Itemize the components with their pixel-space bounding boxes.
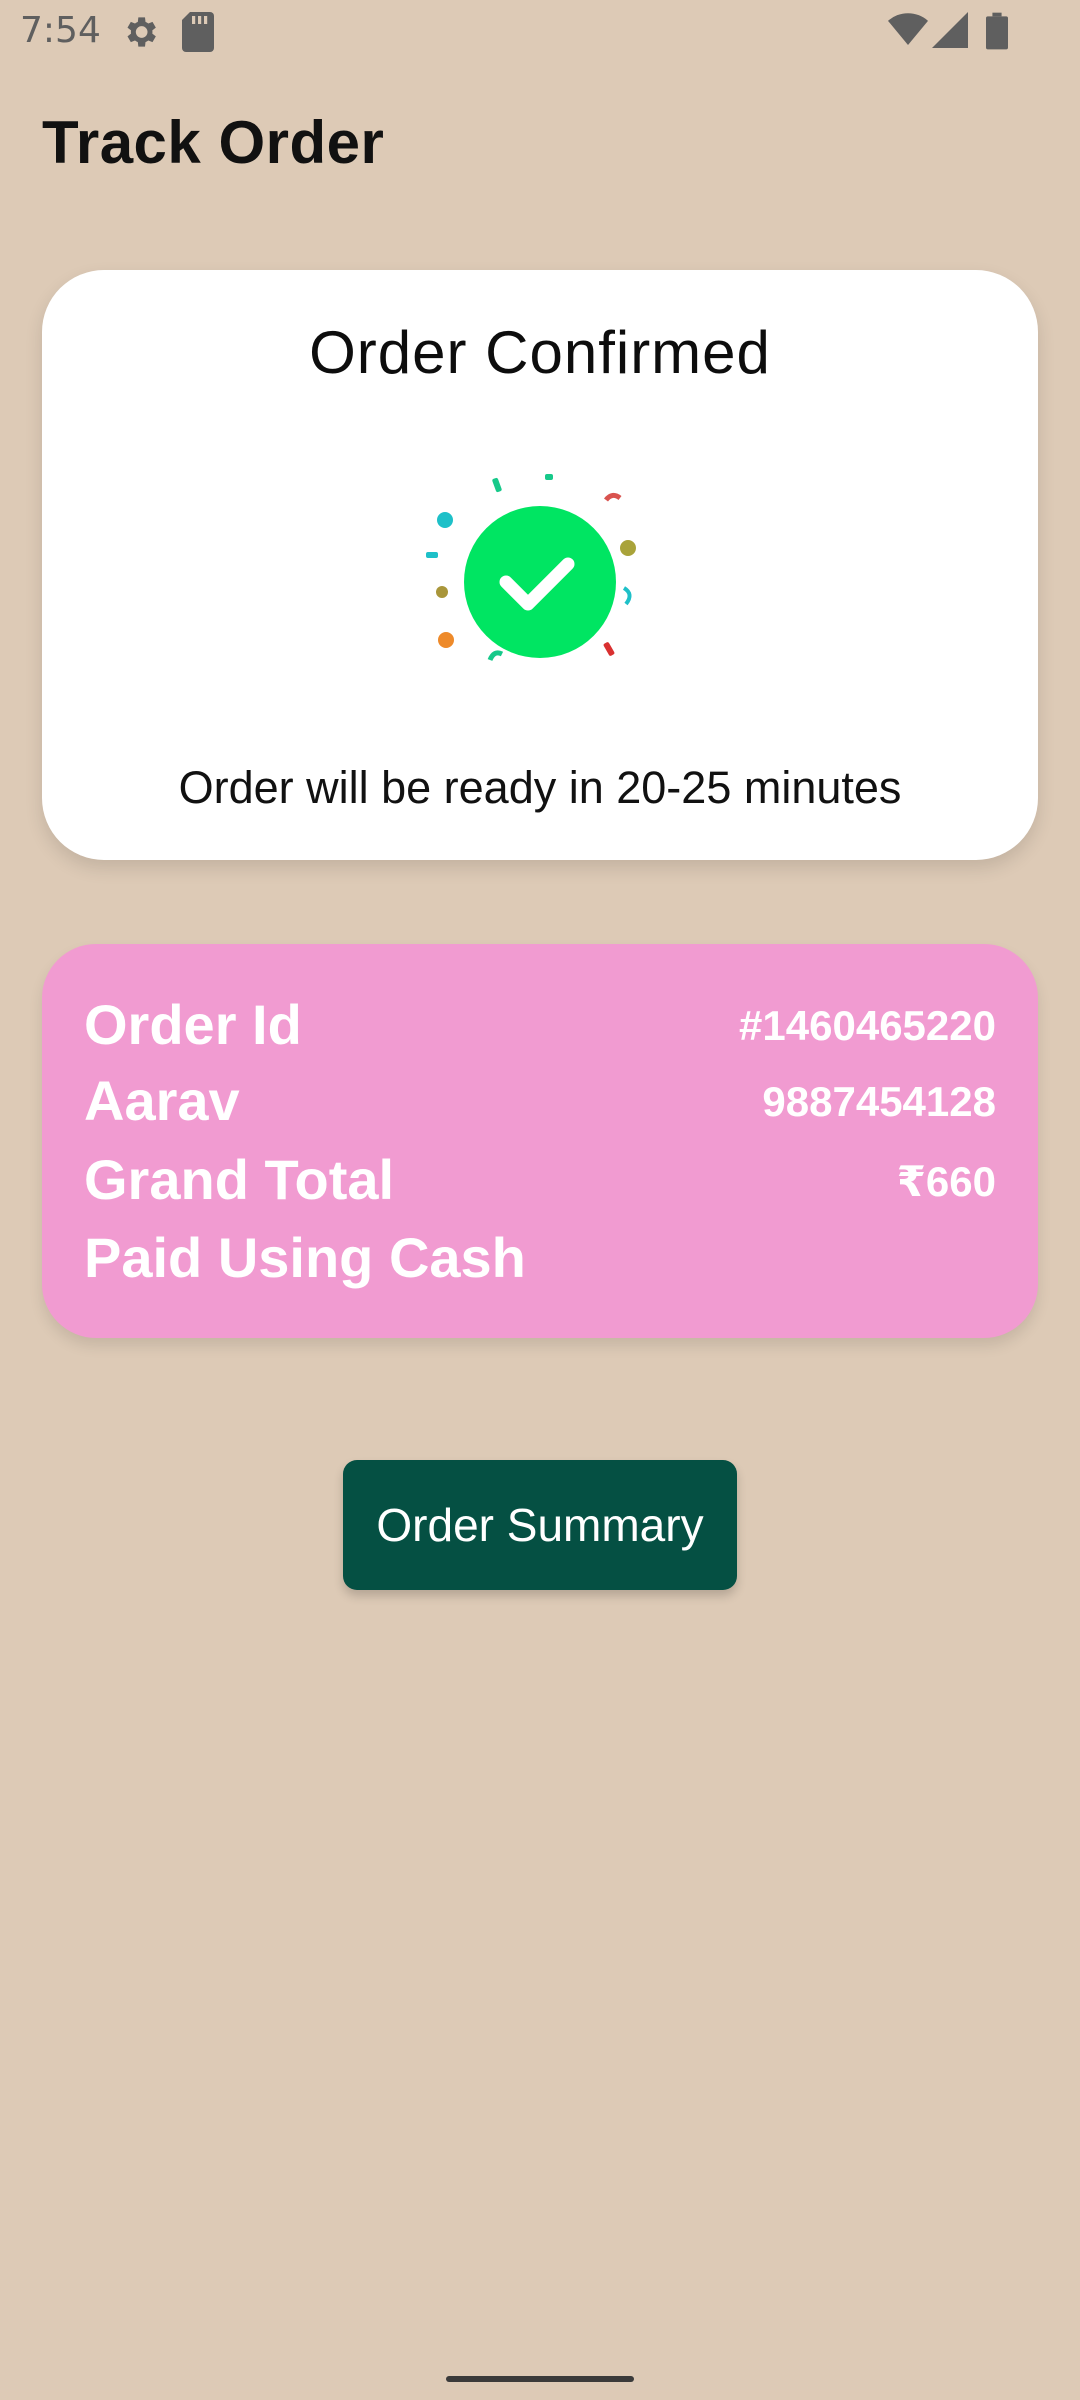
payment-method-row: Paid Using Cash [84, 1225, 996, 1295]
confetti-piece [603, 642, 615, 656]
confetti-piece [620, 540, 636, 556]
confetti-piece [604, 492, 622, 502]
confetti-piece [492, 477, 502, 493]
confetti-piece [426, 552, 438, 558]
app-screen: 7:54 Track Order Order Confirmed Order w… [0, 0, 1080, 2400]
ready-time-message: Order will be ready in 20-25 minutes [178, 762, 902, 813]
order-confirmed-card: Order Confirmed Order will be ready in 2… [42, 270, 1038, 860]
order-id-row: Order Id #1460465220 [84, 992, 996, 1062]
order-summary-button[interactable]: Order Summary [343, 1460, 737, 1590]
confetti-piece [487, 650, 504, 662]
order-details-card: Order Id #1460465220 Aarav 9887454128 Gr… [42, 944, 1038, 1338]
grand-total-label: Grand Total [84, 1148, 395, 1211]
grand-total-row: Grand Total ₹660 [84, 1147, 996, 1217]
confetti-piece [436, 586, 448, 598]
settings-icon [127, 17, 156, 47]
page-title: Track Order [42, 109, 385, 176]
confirm-title: Order Confirmed [309, 319, 771, 386]
status-bar: 7:54 [0, 0, 1080, 64]
signal-icon [932, 12, 968, 48]
battery-icon [986, 12, 1008, 50]
customer-row: Aarav 9887454128 [84, 1068, 996, 1138]
gesture-nav-bar[interactable] [446, 2376, 634, 2382]
payment-method-label: Paid Using Cash [84, 1226, 526, 1289]
customer-phone: 9887454128 [762, 1078, 996, 1125]
customer-name: Aarav [84, 1069, 240, 1132]
check-circle-icon [426, 474, 636, 662]
sd-card-icon [182, 12, 214, 52]
check-circle [464, 506, 616, 658]
order-id-value: #1460465220 [739, 1002, 996, 1049]
confetti-piece [438, 632, 454, 648]
confetti-piece [437, 512, 453, 528]
confetti-piece [545, 474, 553, 480]
order-id-label: Order Id [84, 993, 302, 1056]
status-time: 7:54 [20, 10, 101, 51]
grand-total-value: ₹660 [896, 1158, 996, 1205]
wifi-icon [888, 13, 928, 46]
confetti-piece [622, 586, 632, 606]
